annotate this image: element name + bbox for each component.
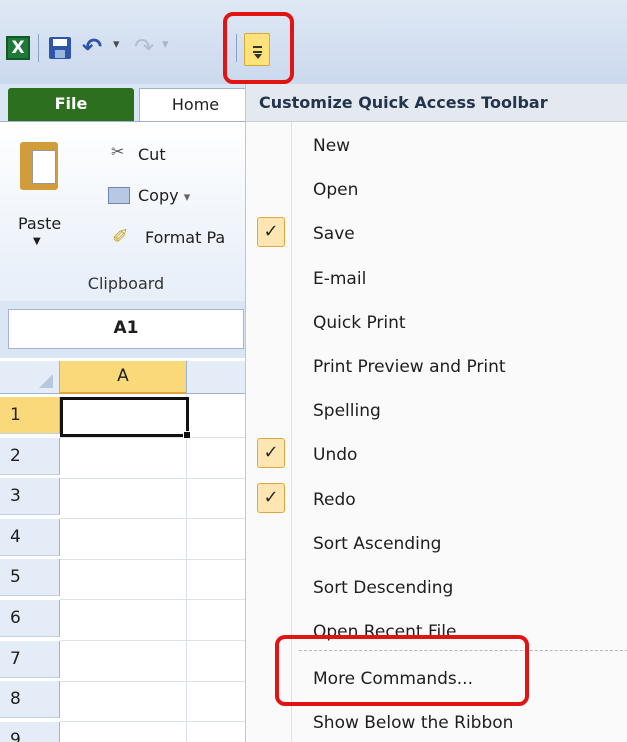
show-below-ribbon-label: Show Below the Ribbon — [313, 713, 514, 733]
menu-item-label: Sort Ascending — [313, 533, 442, 554]
menu-item-label: Redo — [313, 489, 356, 510]
menu-item-quick-print[interactable]: Quick Print — [246, 303, 627, 347]
menu-item-label: Sort Descending — [313, 578, 454, 598]
menu-item-e-mail[interactable]: E-mail — [246, 259, 627, 303]
checkmark-icon: ✓ — [257, 482, 285, 513]
copy-icon[interactable] — [108, 187, 130, 204]
row-gridline — [60, 477, 252, 479]
tab-file[interactable]: File — [8, 88, 134, 122]
row-gridline — [60, 640, 252, 641]
worksheet-grid[interactable]: A 123456789 — [0, 361, 252, 742]
menu-title: Customize Quick Access Toolbar — [246, 84, 627, 122]
tab-home[interactable]: Home — [139, 88, 252, 122]
highlight-box-customize-button — [223, 12, 294, 84]
row-header-6[interactable]: 6 — [0, 600, 60, 637]
menu-item-label: New — [313, 136, 351, 156]
cut-button[interactable]: Cut — [138, 145, 166, 164]
column-header-a[interactable]: A — [60, 361, 186, 394]
active-cell-a1[interactable] — [60, 397, 191, 439]
clipboard-group: Paste ▼ ✂ Cut Copy ▾ ✐ Format Pa Clipboa… — [0, 121, 252, 301]
menu-item-label: Quick Print — [313, 312, 406, 333]
menu-item-save[interactable]: ✓ Save — [246, 214, 627, 258]
ribbon-tab-bar: File Home — [0, 84, 252, 122]
column-header-b[interactable] — [186, 361, 252, 394]
row-gridline — [60, 518, 252, 520]
menu-item-label: E-mail — [313, 268, 367, 289]
menu-item-undo[interactable]: ✓ Undo — [246, 435, 627, 479]
row-gridline — [60, 721, 252, 723]
menu-item-label: Spelling — [313, 401, 381, 422]
row-header-3[interactable]: 3 — [0, 478, 60, 516]
menu-item-open[interactable]: Open — [246, 170, 627, 214]
menu-item-new[interactable]: New — [246, 126, 627, 170]
menu-item-sort-ascending[interactable]: Sort Ascending — [246, 524, 627, 568]
copy-dropdown-arrow-icon[interactable]: ▾ — [184, 190, 191, 205]
clipboard-group-label: Clipboard — [87, 274, 165, 293]
column-gridline — [186, 394, 187, 742]
row-header-4[interactable]: 4 — [0, 518, 60, 556]
menu-item-label: Open — [313, 180, 359, 201]
row-gridline — [60, 599, 252, 601]
row-header-5[interactable]: 5 — [0, 559, 60, 597]
undo-dropdown-arrow-icon[interactable]: ▾ — [113, 37, 120, 52]
row-header-9[interactable]: 9 — [0, 721, 60, 742]
menu-item-redo[interactable]: ✓ Redo — [246, 480, 627, 524]
quick-access-toolbar: X ↶ ▾ ↷ ▾ — [0, 0, 627, 84]
checkmark-icon: ✓ — [257, 438, 285, 469]
redo-icon[interactable]: ↷ — [134, 33, 154, 61]
excel-app-icon[interactable]: X — [6, 36, 30, 60]
menu-item-show-below-ribbon[interactable]: Show Below the Ribbon — [246, 703, 627, 742]
menu-item-label: Save — [313, 224, 355, 245]
paste-icon[interactable] — [20, 142, 58, 190]
row-header-1[interactable]: 1 — [0, 397, 60, 434]
scissors-icon[interactable]: ✂ — [111, 142, 124, 161]
format-painter-icon[interactable]: ✐ — [112, 224, 129, 248]
row-gridline — [60, 437, 252, 438]
save-icon[interactable] — [49, 37, 71, 59]
format-painter-button[interactable]: Format Pa — [145, 228, 225, 247]
row-header-2[interactable]: 2 — [0, 437, 60, 475]
copy-label: Copy — [138, 186, 179, 205]
paste-button[interactable]: Paste — [18, 214, 61, 233]
copy-button[interactable]: Copy ▾ — [138, 186, 190, 205]
menu-item-sort-descending[interactable]: Sort Descending — [246, 568, 627, 612]
redo-dropdown-arrow-icon[interactable]: ▾ — [162, 37, 169, 52]
select-all-button[interactable] — [0, 361, 60, 394]
row-header-7[interactable]: 7 — [0, 640, 60, 678]
menu-item-label: Undo — [313, 445, 358, 466]
menu-item-spelling[interactable]: Spelling — [246, 391, 627, 435]
checkmark-icon: ✓ — [257, 217, 285, 248]
highlight-box-more-commands — [275, 635, 529, 706]
name-box[interactable]: A1 — [8, 309, 244, 349]
paste-dropdown-arrow-icon[interactable]: ▼ — [33, 236, 41, 247]
undo-icon[interactable]: ↶ — [82, 33, 102, 61]
row-header-8[interactable]: 8 — [0, 681, 60, 719]
menu-item-print-preview-and-print[interactable]: Print Preview and Print — [246, 347, 627, 391]
menu-item-label: Print Preview and Print — [313, 357, 506, 377]
row-gridline — [60, 680, 252, 682]
row-gridline — [60, 558, 252, 560]
formula-bar-area: A1 — [0, 301, 252, 358]
toolbar-separator — [38, 34, 39, 62]
